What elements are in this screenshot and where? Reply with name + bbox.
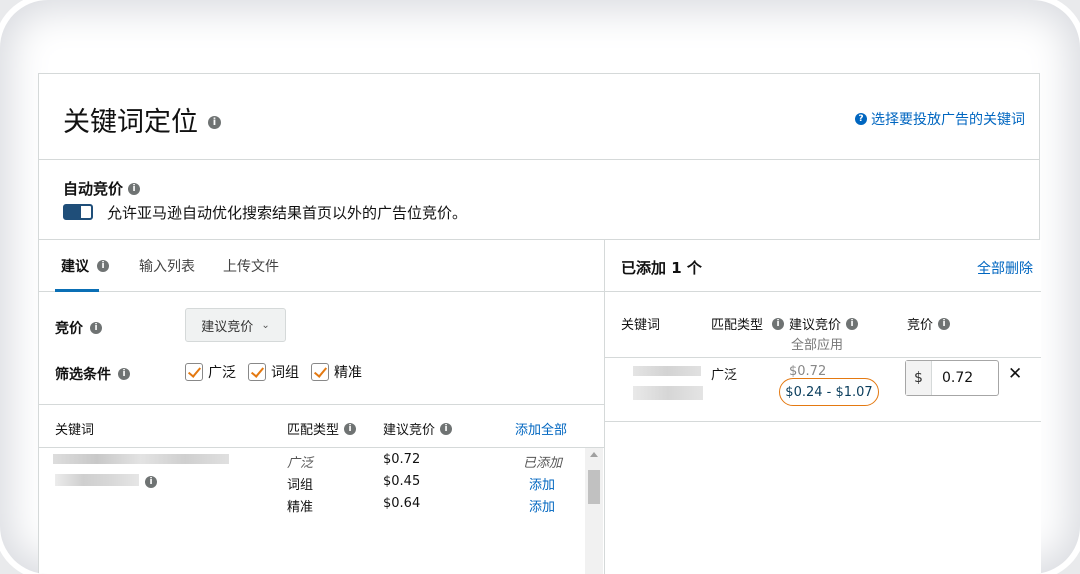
col-keyword: 关键词: [55, 423, 95, 438]
suggestions-pane: 建议 i 输入列表 上传文件 竞价 i 建议竞价 ⌄ 筛选条件 i 广泛 词组 …: [39, 240, 605, 574]
scroll-thumb[interactable]: [588, 470, 600, 504]
row-match-type: 广泛: [287, 456, 314, 471]
row-match-type: 精准: [287, 500, 314, 515]
bid-label: 竞价 i: [55, 318, 102, 338]
col-bid: 竞价 i: [907, 314, 951, 333]
info-icon[interactable]: i: [128, 182, 141, 195]
table-row: 精准 $0.64 添加: [39, 494, 585, 516]
filter-broad[interactable]: 广泛: [185, 362, 236, 382]
added-table-header: 关键词 匹配类型 i 建议竞价 i 竞价 i 全部应用: [605, 292, 1041, 358]
tab-suggested[interactable]: 建议 i: [61, 256, 109, 276]
auto-bid-toggle[interactable]: [63, 204, 93, 220]
bid-select-value: 建议竞价: [201, 319, 254, 335]
currency-prefix: $: [906, 361, 932, 395]
chevron-down-icon: ⌄: [261, 319, 270, 331]
bid-input-value[interactable]: 0.72: [932, 361, 998, 395]
keyword-targeting-panel: 关键词定位 i ? 选择要投放广告的关键词 自动竞价 i 允许亚马逊自动优化搜索…: [38, 73, 1041, 574]
tab-enter-list[interactable]: 输入列表: [139, 256, 195, 276]
help-link-text: 选择要投放广告的关键词: [871, 112, 1025, 128]
added-header: 已添加 1 个 全部删除: [605, 240, 1041, 292]
filter-option-label: 广泛: [208, 365, 236, 381]
filter-option-label: 精准: [334, 365, 362, 381]
close-icon[interactable]: ✕: [1008, 364, 1022, 384]
redacted-keyword: [633, 366, 701, 376]
auto-bid-title-text: 自动竞价: [63, 180, 124, 198]
checkbox-checked-icon: [185, 363, 203, 381]
col-bid-text: 竞价: [907, 318, 934, 333]
table-row: 广泛 $0.72 已添加: [39, 450, 585, 472]
auto-bid-description: 允许亚马逊自动优化搜索结果首页以外的广告位竞价。: [107, 204, 468, 222]
auto-bid-section: 自动竞价 i 允许亚马逊自动优化搜索结果首页以外的广告位竞价。: [39, 160, 1039, 240]
row-suggested-bid: $0.45: [383, 474, 421, 489]
col-suggested-bid: 建议竞价 i: [383, 419, 453, 438]
checkbox-checked-icon: [311, 363, 329, 381]
bid-input[interactable]: $ 0.72: [905, 360, 999, 396]
info-icon[interactable]: i: [118, 368, 130, 380]
col-match-type: 匹配类型: [711, 318, 764, 333]
added-count: 已添加 1 个: [621, 259, 702, 277]
scroll-up-icon[interactable]: [590, 452, 598, 457]
filter-option-label: 词组: [271, 365, 299, 381]
col-match-type-text: 匹配类型: [287, 423, 340, 438]
screenshot-frame: 关键词定位 i ? 选择要投放广告的关键词 自动竞价 i 允许亚马逊自动优化搜索…: [0, 0, 1080, 574]
filter-label-text: 筛选条件: [55, 367, 111, 383]
row-added-status: 已添加: [523, 456, 563, 471]
checkbox-checked-icon: [248, 363, 266, 381]
tab-label: 建议: [61, 259, 89, 275]
bid-select[interactable]: 建议竞价 ⌄: [185, 308, 286, 342]
info-icon[interactable]: i: [344, 422, 357, 435]
apply-all-link[interactable]: 全部应用: [791, 334, 843, 353]
info-icon[interactable]: i: [90, 322, 102, 334]
page-title: 关键词定位: [63, 107, 198, 138]
row-suggested-bid: $0.72: [383, 452, 421, 467]
filter-phrase[interactable]: 词组: [248, 362, 299, 382]
added-keyword-row: 广泛 $0.72 $0.24 - $1.07 $ 0.72 ✕: [605, 358, 1041, 422]
row-suggested-bid: $0.72: [789, 364, 827, 379]
added-keywords-pane: 已添加 1 个 全部删除 关键词 匹配类型 i 建议竞价 i 竞价 i 全部应用: [605, 240, 1041, 574]
filter-checkboxes: 广泛 词组 精准: [185, 362, 362, 382]
info-icon[interactable]: i: [772, 317, 784, 330]
col-keyword: 关键词: [621, 318, 661, 333]
info-icon[interactable]: i: [938, 317, 951, 330]
tab-bar: 建议 i 输入列表 上传文件: [39, 240, 604, 292]
info-icon[interactable]: i: [208, 116, 221, 129]
filter-label: 筛选条件 i: [55, 364, 130, 384]
auto-bid-title: 自动竞价 i: [63, 178, 141, 199]
panel-header: 关键词定位 i ? 选择要投放广告的关键词: [39, 74, 1039, 160]
add-button[interactable]: 添加: [529, 496, 555, 515]
active-tab-indicator: [55, 289, 99, 292]
add-button[interactable]: 添加: [529, 474, 555, 493]
filter-exact[interactable]: 精准: [311, 362, 362, 382]
bid-label-text: 竞价: [55, 321, 83, 337]
info-icon[interactable]: i: [846, 317, 859, 330]
info-icon[interactable]: i: [440, 422, 453, 435]
row-suggested-bid: $0.64: [383, 496, 421, 511]
table-row: 词组 $0.45 添加: [39, 472, 585, 494]
info-icon[interactable]: i: [97, 260, 109, 272]
col-suggested-bid: i 建议竞价 i: [772, 314, 859, 333]
suggestions-table-header: 关键词 匹配类型 i 建议竞价 i 添加全部: [39, 404, 604, 448]
col-suggested-bid-text: 建议竞价: [383, 423, 436, 438]
col-suggested-bid-text: 建议竞价: [789, 318, 842, 333]
suggested-bid-range: $0.24 - $1.07: [779, 378, 879, 406]
toggle-knob: [65, 206, 81, 218]
add-all-button[interactable]: 添加全部: [515, 419, 567, 438]
col-match-type: 匹配类型 i: [287, 419, 357, 438]
question-icon: ?: [855, 113, 867, 125]
row-match-type: 广泛: [711, 368, 738, 383]
tab-upload-file[interactable]: 上传文件: [223, 256, 279, 276]
help-link[interactable]: ? 选择要投放广告的关键词: [855, 109, 1025, 129]
redacted-keyword: [633, 386, 703, 400]
delete-all-button[interactable]: 全部删除: [977, 258, 1033, 278]
scrollbar[interactable]: [585, 448, 603, 574]
row-match-type: 词组: [287, 478, 314, 493]
